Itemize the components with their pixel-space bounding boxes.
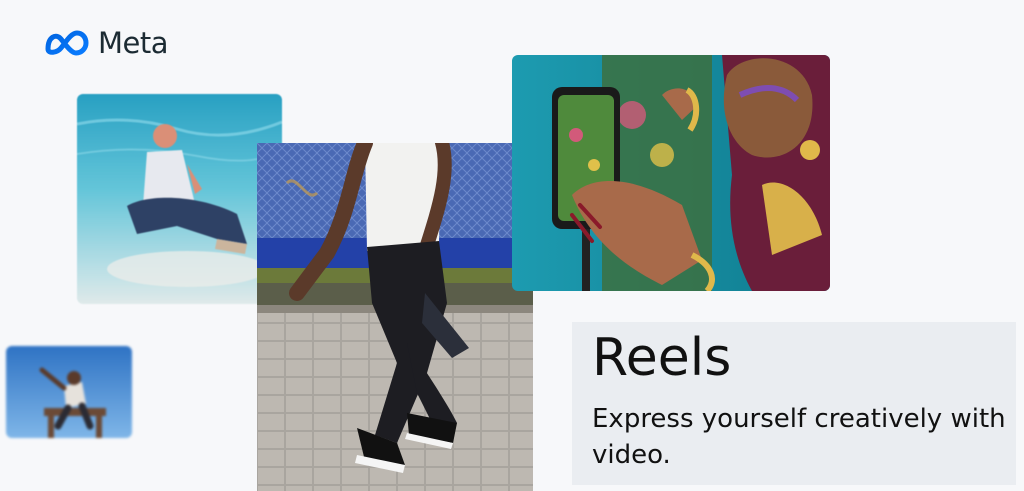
feature-description: Express yourself creatively with video.	[592, 404, 1006, 470]
underwater-person-photo	[77, 94, 282, 304]
feature-title: Reels	[592, 328, 732, 388]
meta-logo[interactable]: Meta	[44, 26, 169, 60]
phone-recording-photo	[512, 55, 830, 291]
jumping-person-photo	[6, 346, 132, 438]
meta-infinity-icon	[45, 30, 89, 56]
meta-wordmark: Meta	[98, 26, 169, 60]
reels-text-card: Reels Express yourself creatively with v…	[572, 322, 1016, 485]
dancer-photo	[257, 143, 533, 491]
